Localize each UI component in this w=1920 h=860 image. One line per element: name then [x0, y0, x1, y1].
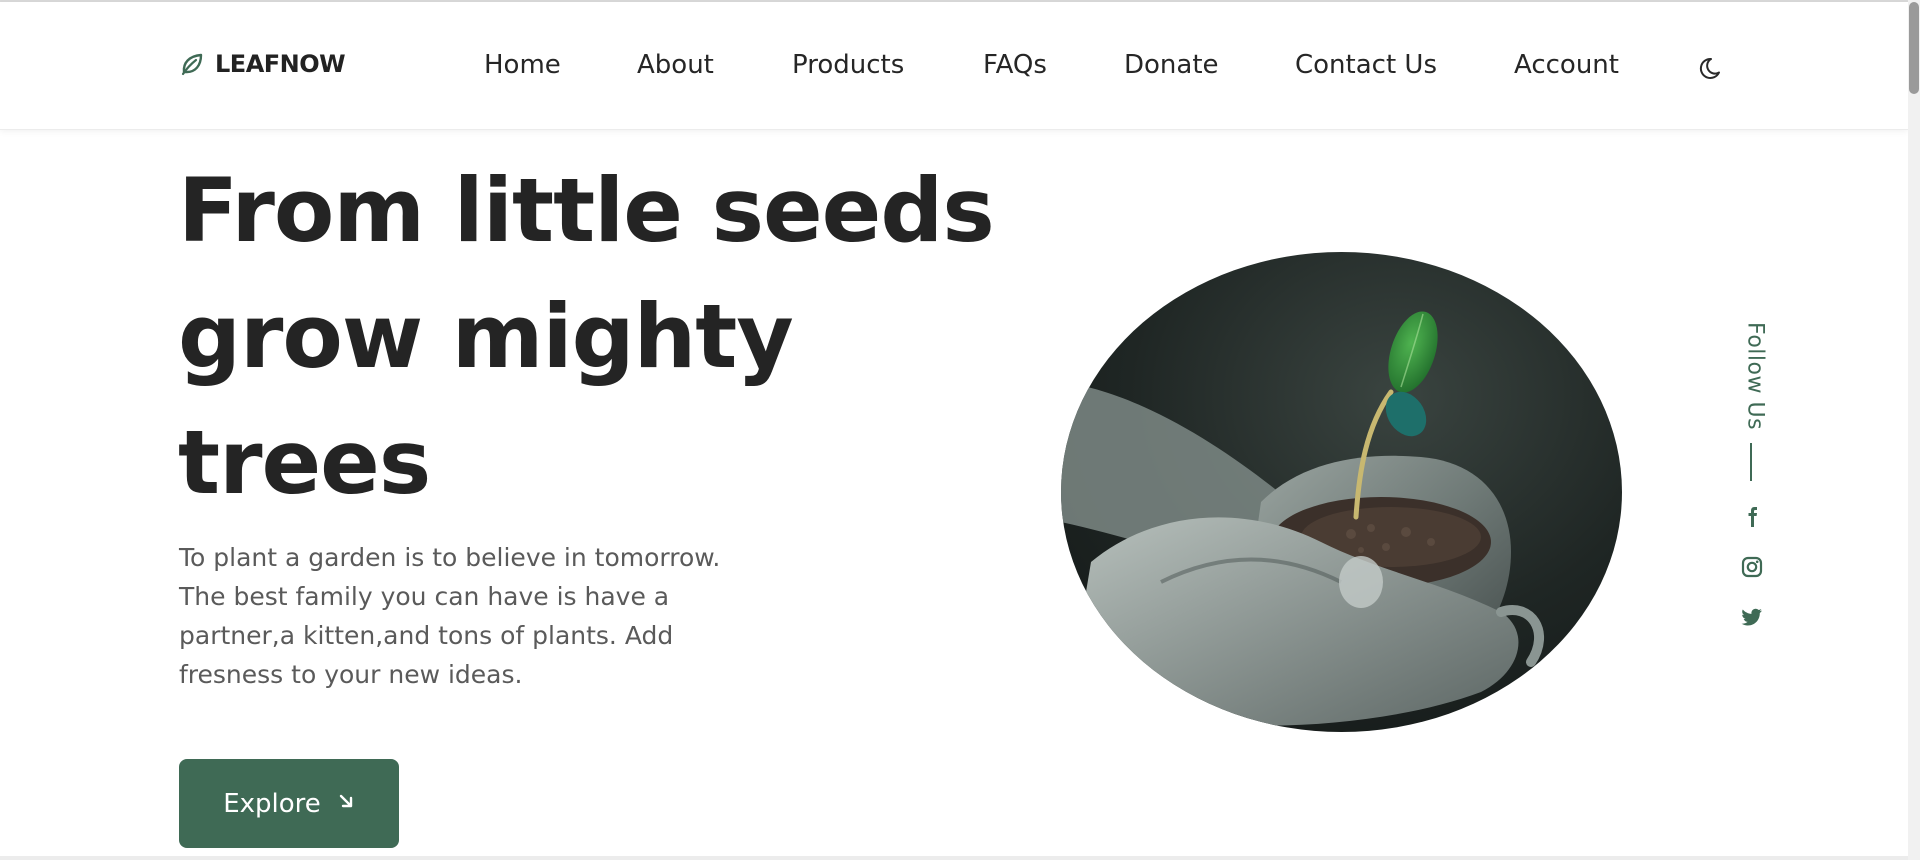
instagram-icon[interactable] — [1738, 553, 1766, 581]
nav-item-products[interactable]: Products — [792, 50, 904, 80]
hero-title-line-3: trees — [178, 411, 431, 514]
nav-item-contact-us[interactable]: Contact Us — [1295, 50, 1437, 80]
hero-title-line-1: From little seeds — [178, 159, 995, 262]
site-header: LEAFNOW Home About Products FAQs Donate … — [0, 2, 1908, 130]
hero-title-line-2: grow mighty — [178, 285, 794, 388]
scrollbar-thumb[interactable] — [1909, 2, 1919, 94]
nav-item-faqs[interactable]: FAQs — [983, 50, 1047, 80]
nav-item-home[interactable]: Home — [484, 50, 561, 80]
arrow-down-right-icon — [337, 792, 355, 815]
nav-item-account[interactable]: Account — [1514, 50, 1619, 80]
follow-divider — [1750, 443, 1752, 481]
hero-subtitle: To plant a garden is to believe in tomor… — [179, 543, 721, 689]
facebook-icon[interactable] — [1738, 503, 1766, 531]
twitter-icon[interactable] — [1738, 603, 1766, 631]
explore-button-label: Explore — [223, 788, 321, 819]
hands-holding-seedling-image — [1061, 252, 1622, 732]
nav-item-about[interactable]: About — [637, 50, 714, 80]
follow-us-label: Follow Us — [1742, 321, 1768, 431]
main-nav: Home About Products FAQs Donate Contact … — [0, 2, 1908, 130]
moon-icon[interactable] — [1699, 54, 1727, 82]
explore-button[interactable]: Explore — [179, 759, 399, 848]
page-bottom-border — [0, 856, 1908, 860]
nav-item-donate[interactable]: Donate — [1124, 50, 1219, 80]
scrollbar-track[interactable] — [1908, 0, 1920, 860]
hero-title: From little seeds grow mighty trees — [178, 148, 998, 526]
